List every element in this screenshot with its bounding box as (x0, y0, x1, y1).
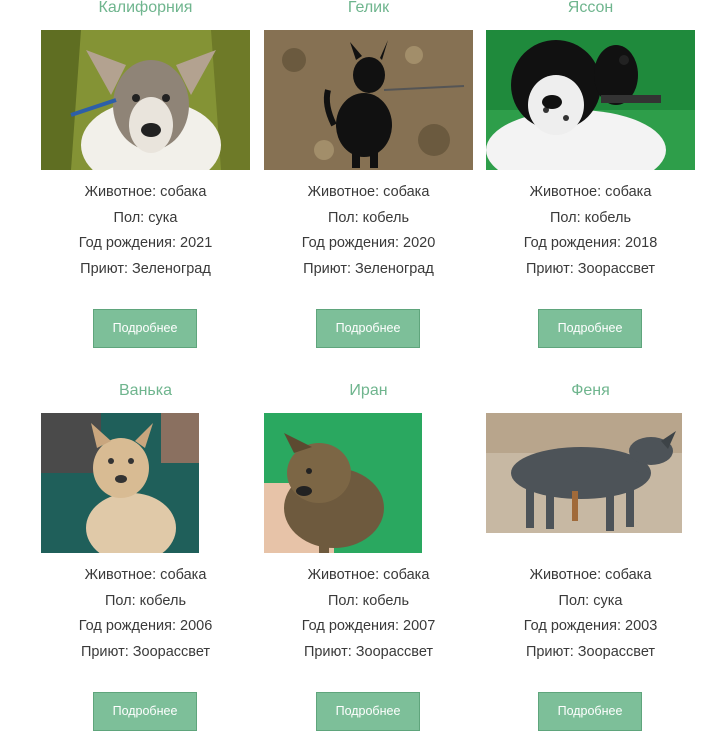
pet-name[interactable]: Яссон (486, 0, 695, 18)
pet-animal: Животное: собака (84, 184, 207, 200)
pet-sex: Пол: кобель (550, 209, 631, 226)
pet-info: Животное: собака Пол: кобель Год рождени… (486, 180, 695, 283)
pet-animal: Животное: собака (529, 567, 652, 583)
pet-photo[interactable] (486, 413, 695, 553)
pet-shelter: Приют: Зоорассвет (80, 644, 211, 661)
details-button[interactable]: Подробнее (538, 309, 642, 348)
pet-birth-year: Год рождения: 2020 (301, 235, 436, 252)
pet-photo[interactable] (486, 30, 695, 170)
pet-info: Животное: собака Пол: сука Год рождения:… (486, 563, 695, 666)
pet-birth-year: Год рождения: 2021 (78, 235, 213, 252)
pet-photo[interactable] (264, 30, 473, 170)
pet-birth-year: Год рождения: 2003 (523, 618, 658, 635)
pet-birth-year: Год рождения: 2007 (301, 618, 436, 635)
pet-grid: Калифорния Животное: собака Пол: сука Го… (0, 0, 724, 747)
details-button[interactable]: Подробнее (538, 692, 642, 731)
pet-shelter: Приют: Зеленоград (303, 261, 434, 278)
pet-info: Животное: собака Пол: кобель Год рождени… (41, 563, 250, 666)
pet-photo[interactable] (264, 413, 473, 553)
pet-sex: Пол: сука (558, 592, 623, 609)
pet-info: Животное: собака Пол: кобель Год рождени… (264, 180, 473, 283)
pet-shelter: Приют: Зоорассвет (525, 644, 656, 661)
pet-animal: Животное: собака (307, 567, 430, 583)
pet-name[interactable]: Феня (486, 381, 695, 401)
pet-animal: Животное: собака (529, 184, 652, 200)
details-button[interactable]: Подробнее (316, 692, 420, 731)
pet-shelter: Приют: Зеленоград (80, 261, 211, 278)
pet-name[interactable]: Калифорния (41, 0, 250, 18)
pet-info: Животное: собака Пол: сука Год рождения:… (41, 180, 250, 283)
pet-name[interactable]: Гелик (264, 0, 473, 18)
pet-sex: Пол: кобель (105, 592, 186, 609)
pet-sex: Пол: сука (113, 209, 178, 226)
pet-name[interactable]: Ванька (41, 381, 250, 401)
pet-info: Животное: собака Пол: кобель Год рождени… (264, 563, 473, 666)
pet-sex: Пол: кобель (328, 209, 409, 226)
pet-photo[interactable] (41, 30, 250, 170)
pet-shelter: Приют: Зоорассвет (525, 261, 656, 278)
details-button[interactable]: Подробнее (316, 309, 420, 348)
pet-animal: Животное: собака (307, 184, 430, 200)
pet-birth-year: Год рождения: 2018 (523, 235, 658, 252)
pet-name[interactable]: Иран (264, 381, 473, 401)
pet-animal: Животное: собака (84, 567, 207, 583)
pet-birth-year: Год рождения: 2006 (78, 618, 213, 635)
pet-photo[interactable] (41, 413, 250, 553)
pet-sex: Пол: кобель (328, 592, 409, 609)
pet-shelter: Приют: Зоорассвет (303, 644, 434, 661)
details-button[interactable]: Подробнее (93, 692, 197, 731)
details-button[interactable]: Подробнее (93, 309, 197, 348)
